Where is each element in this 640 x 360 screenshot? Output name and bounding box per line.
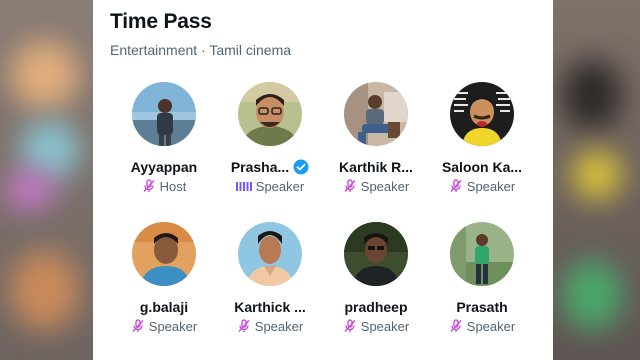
avatar[interactable] bbox=[238, 222, 302, 286]
participant[interactable]: Karthick ... Speaker bbox=[217, 222, 323, 334]
participant-name: pradheep bbox=[344, 299, 408, 315]
participant-name: Prasath bbox=[456, 299, 508, 315]
participant[interactable]: pradheep Speaker bbox=[323, 222, 429, 334]
participant-role: Speaker bbox=[466, 178, 516, 194]
muted-mic-icon bbox=[237, 319, 251, 333]
participant-name: Karthick ... bbox=[234, 299, 306, 315]
participant[interactable]: Karthik R... Speaker bbox=[323, 82, 429, 194]
participant-name: Saloon Ka... bbox=[441, 159, 523, 175]
space-title: Time Pass bbox=[110, 10, 212, 33]
avatar[interactable] bbox=[450, 222, 514, 286]
participant-role: Speaker bbox=[148, 318, 198, 334]
verified-badge-icon bbox=[293, 159, 309, 175]
participant-name: Ayyappan bbox=[130, 159, 198, 175]
participants-grid: Ayyappan Host Prasha... Speaker Karthik … bbox=[93, 82, 571, 334]
participant[interactable]: Ayyappan Host bbox=[111, 82, 217, 194]
participant[interactable]: Prasha... Speaker bbox=[217, 82, 323, 194]
avatar[interactable] bbox=[132, 82, 196, 146]
participant-role: Speaker bbox=[360, 318, 410, 334]
muted-mic-icon bbox=[449, 319, 463, 333]
muted-mic-icon bbox=[343, 179, 357, 193]
participant-role: Speaker bbox=[255, 178, 305, 194]
participant[interactable]: Saloon Ka... Speaker bbox=[429, 82, 535, 194]
participant[interactable]: g.balaji Speaker bbox=[111, 222, 217, 334]
space-panel: Time Pass Entertainment · Tamil cinema A… bbox=[93, 0, 553, 360]
muted-mic-icon bbox=[131, 319, 145, 333]
participant-role: Speaker bbox=[360, 178, 410, 194]
participant-role: Speaker bbox=[466, 318, 516, 334]
participant-role: Speaker bbox=[254, 318, 304, 334]
muted-mic-icon bbox=[449, 179, 463, 193]
blurred-backdrop-left bbox=[0, 0, 95, 360]
participant-role: Host bbox=[159, 178, 187, 194]
participant[interactable]: Prasath Speaker bbox=[429, 222, 535, 334]
avatar[interactable] bbox=[450, 82, 514, 146]
participant-name: Prasha... bbox=[230, 159, 290, 175]
muted-mic-icon bbox=[343, 319, 357, 333]
avatar[interactable] bbox=[344, 82, 408, 146]
space-subtitle: Entertainment · Tamil cinema bbox=[110, 42, 292, 58]
avatar[interactable] bbox=[238, 82, 302, 146]
participant-name: g.balaji bbox=[139, 299, 189, 315]
participant-name: Karthik R... bbox=[339, 159, 413, 175]
avatar[interactable] bbox=[344, 222, 408, 286]
speaking-wave-icon bbox=[235, 180, 252, 192]
avatar[interactable] bbox=[132, 222, 196, 286]
muted-mic-icon bbox=[142, 179, 156, 193]
